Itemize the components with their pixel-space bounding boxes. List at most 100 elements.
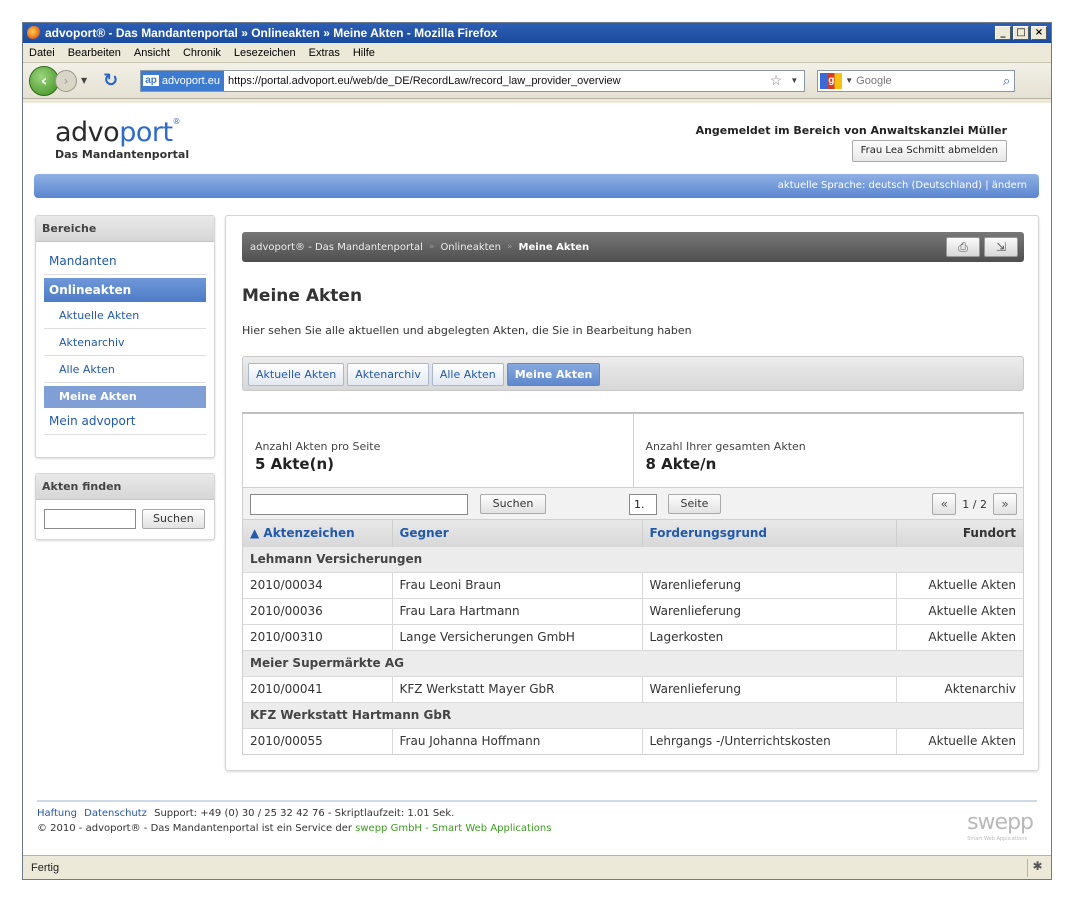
total-label: Anzahl Ihrer gesamten Akten (645, 440, 806, 453)
go-to-page-button[interactable]: Seite (668, 494, 721, 514)
per-page-value: 5 Akte(n) (255, 455, 334, 473)
cell-aktenzeichen[interactable]: 2010/00041 (243, 675, 393, 702)
bookmark-star-icon[interactable]: ☆ (770, 72, 783, 89)
breadcrumb-separator-icon: » (428, 242, 435, 252)
sidebar-areas: Bereiche Mandanten Onlineakten Aktuelle … (35, 215, 215, 458)
close-button[interactable]: × (1031, 26, 1047, 40)
cell-aktenzeichen[interactable]: 2010/00055 (243, 727, 393, 754)
cell-fundort: Aktenarchiv (896, 675, 1023, 702)
total-value: 8 Akte/n (645, 455, 717, 473)
logo-brand-a: advo (55, 117, 120, 148)
search-bar[interactable]: g ▼ Google ⌕ (817, 69, 1016, 92)
column-header-gegner[interactable]: Gegner (392, 520, 643, 546)
swepp-logo[interactable]: swepp (967, 810, 1034, 835)
site-domain: advoport.eu (161, 74, 221, 87)
column-header-fundort: Fundort (896, 520, 1023, 546)
sidebar-item-aktenarchiv[interactable]: Aktenarchiv (44, 329, 206, 356)
menu-chronik[interactable]: Chronik (183, 47, 221, 59)
logo-subtitle: Das Mandantenportal (55, 148, 190, 161)
cell-aktenzeichen[interactable]: 2010/00034 (243, 571, 393, 598)
records-table-container: Anzahl Akten pro Seite 5 Akte(n) Anzahl … (242, 412, 1024, 755)
sidebar-item-aktuelle-akten[interactable]: Aktuelle Akten (44, 302, 206, 329)
tab-alle-akten[interactable]: Alle Akten (431, 363, 504, 386)
sidebar-item-mein-advoport[interactable]: Mein advoport (44, 408, 206, 435)
cell-forderungsgrund: Lehrgangs -/Unterrichtskosten (642, 727, 897, 754)
table-search-input[interactable] (250, 494, 468, 515)
sidebar-item-meine-akten[interactable]: Meine Akten (44, 386, 206, 408)
menu-extras[interactable]: Extras (309, 47, 340, 59)
table-row[interactable]: 2010/00036 Frau Lara Hartmann Warenliefe… (243, 597, 1023, 624)
find-records-box: Akten finden Suchen (35, 473, 215, 540)
menu-ansicht[interactable]: Ansicht (134, 47, 170, 59)
addon-status-icon[interactable]: ✱ (1027, 859, 1047, 877)
footer-copyright: © 2010 - advoport® - Das Mandantenportal… (37, 823, 352, 834)
cell-aktenzeichen[interactable]: 2010/00036 (243, 597, 393, 624)
cell-gegner: KFZ Werkstatt Mayer GbR (392, 675, 643, 702)
menu-lesezeichen[interactable]: Lesezeichen (234, 47, 296, 59)
arrow-right-icon: › (63, 73, 69, 88)
page-description: Hier sehen Sie alle aktuellen und abgele… (242, 324, 692, 337)
find-records-input[interactable] (44, 509, 136, 529)
export-icon[interactable]: ⇲ (984, 237, 1018, 257)
search-go-icon[interactable]: ⌕ (1003, 73, 1010, 89)
swepp-logo-subtitle: Smart Web Applications (967, 836, 1027, 842)
breadcrumb-home[interactable]: advoport® - Das Mandantenportal (250, 242, 423, 253)
sidebar-item-onlineakten[interactable]: Onlineakten (44, 278, 206, 302)
menu-datei[interactable]: Datei (29, 47, 55, 59)
url-text[interactable]: https://portal.advoport.eu/web/de_DE/Rec… (224, 75, 770, 87)
print-icon[interactable]: ⎙ (946, 237, 980, 257)
cell-gegner: Frau Leoni Braun (392, 571, 643, 598)
tab-aktuelle-akten[interactable]: Aktuelle Akten (248, 363, 345, 386)
footer-link-haftung[interactable]: Haftung (37, 808, 77, 819)
breadcrumb: advoport® - Das Mandantenportal » Online… (242, 232, 1024, 262)
reload-icon[interactable]: ↻ (103, 70, 118, 91)
maximize-button[interactable]: □ (1013, 26, 1029, 40)
footer: Haftung Datenschutz Support: +49 (0) 30 … (37, 800, 1037, 842)
tab-aktenarchiv[interactable]: Aktenarchiv (347, 363, 429, 386)
google-icon[interactable]: g (820, 72, 843, 89)
records-stats: Anzahl Akten pro Seite 5 Akte(n) Anzahl … (243, 414, 1023, 488)
table-row[interactable]: 2010/00041 KFZ Werkstatt Mayer GbR Waren… (243, 675, 1023, 702)
cell-aktenzeichen[interactable]: 2010/00310 (243, 623, 393, 650)
url-bar[interactable]: ap advoport.eu https://portal.advoport.e… (140, 69, 806, 92)
forward-button[interactable]: › (55, 69, 77, 92)
table-row[interactable]: 2010/00055 Frau Johanna Hoffmann Lehrgan… (243, 727, 1023, 754)
find-records-button[interactable]: Suchen (142, 509, 205, 529)
group-row: KFZ Werkstatt Hartmann GbR (243, 701, 1023, 728)
table-toolbar: Suchen 1. Seite « 1 / 2 » (243, 488, 1023, 520)
site-identity[interactable]: ap advoport.eu (141, 70, 225, 91)
previous-page-icon[interactable]: « (932, 493, 957, 515)
logo[interactable]: advoport® Das Mandantenportal (55, 117, 189, 161)
breadcrumb-onlineakten[interactable]: Onlineakten (440, 242, 501, 253)
logout-button[interactable]: Frau Lea Schmitt abmelden (851, 140, 1007, 162)
cell-forderungsgrund: Warenlieferung (642, 597, 897, 624)
sidebar-item-alle-akten[interactable]: Alle Akten (44, 356, 206, 383)
group-row: Meier Supermärkte AG (243, 649, 1023, 676)
history-dropdown-icon[interactable]: ▼ (81, 76, 87, 85)
search-input[interactable]: Google (856, 75, 1003, 87)
window-title: advoport® - Das Mandantenportal » Online… (45, 26, 498, 40)
table-row[interactable]: 2010/00034 Frau Leoni Braun Warenlieferu… (243, 571, 1023, 598)
table-row[interactable]: 2010/00310 Lange Versicherungen GmbH Lag… (243, 623, 1023, 650)
sidebar-item-mandanten[interactable]: Mandanten (44, 248, 206, 275)
cell-forderungsgrund: Lagerkosten (642, 623, 897, 650)
footer-link-datenschutz[interactable]: Datenschutz (84, 808, 147, 819)
group-name: Meier Supermärkte AG (243, 649, 1023, 676)
cell-forderungsgrund: Warenlieferung (642, 571, 897, 598)
column-header-aktenzeichen[interactable]: ▲ Aktenzeichen (243, 520, 393, 546)
page-number-input[interactable]: 1. (629, 494, 657, 515)
menu-bearbeiten[interactable]: Bearbeiten (68, 47, 121, 59)
login-info: Angemeldet im Bereich von Anwaltskanzlei… (695, 124, 1007, 137)
footer-company-link[interactable]: swepp GmbH - Smart Web Applications (355, 823, 551, 834)
minimize-button[interactable]: _ (995, 26, 1011, 40)
arrow-left-icon: ‹ (40, 71, 48, 90)
next-page-icon[interactable]: » (993, 493, 1017, 515)
table-search-button[interactable]: Suchen (480, 494, 546, 514)
menu-hilfe[interactable]: Hilfe (353, 47, 375, 59)
column-header-forderungsgrund[interactable]: Forderungsgrund (642, 520, 897, 546)
language-bar[interactable]: aktuelle Sprache: deutsch (Deutschland) … (34, 174, 1039, 198)
search-engine-dropdown-icon[interactable]: ▼ (845, 76, 853, 85)
url-dropdown-icon[interactable]: ▼ (790, 76, 798, 85)
group-name: Lehmann Versicherungen (243, 545, 1023, 572)
tab-meine-akten[interactable]: Meine Akten (506, 363, 601, 386)
